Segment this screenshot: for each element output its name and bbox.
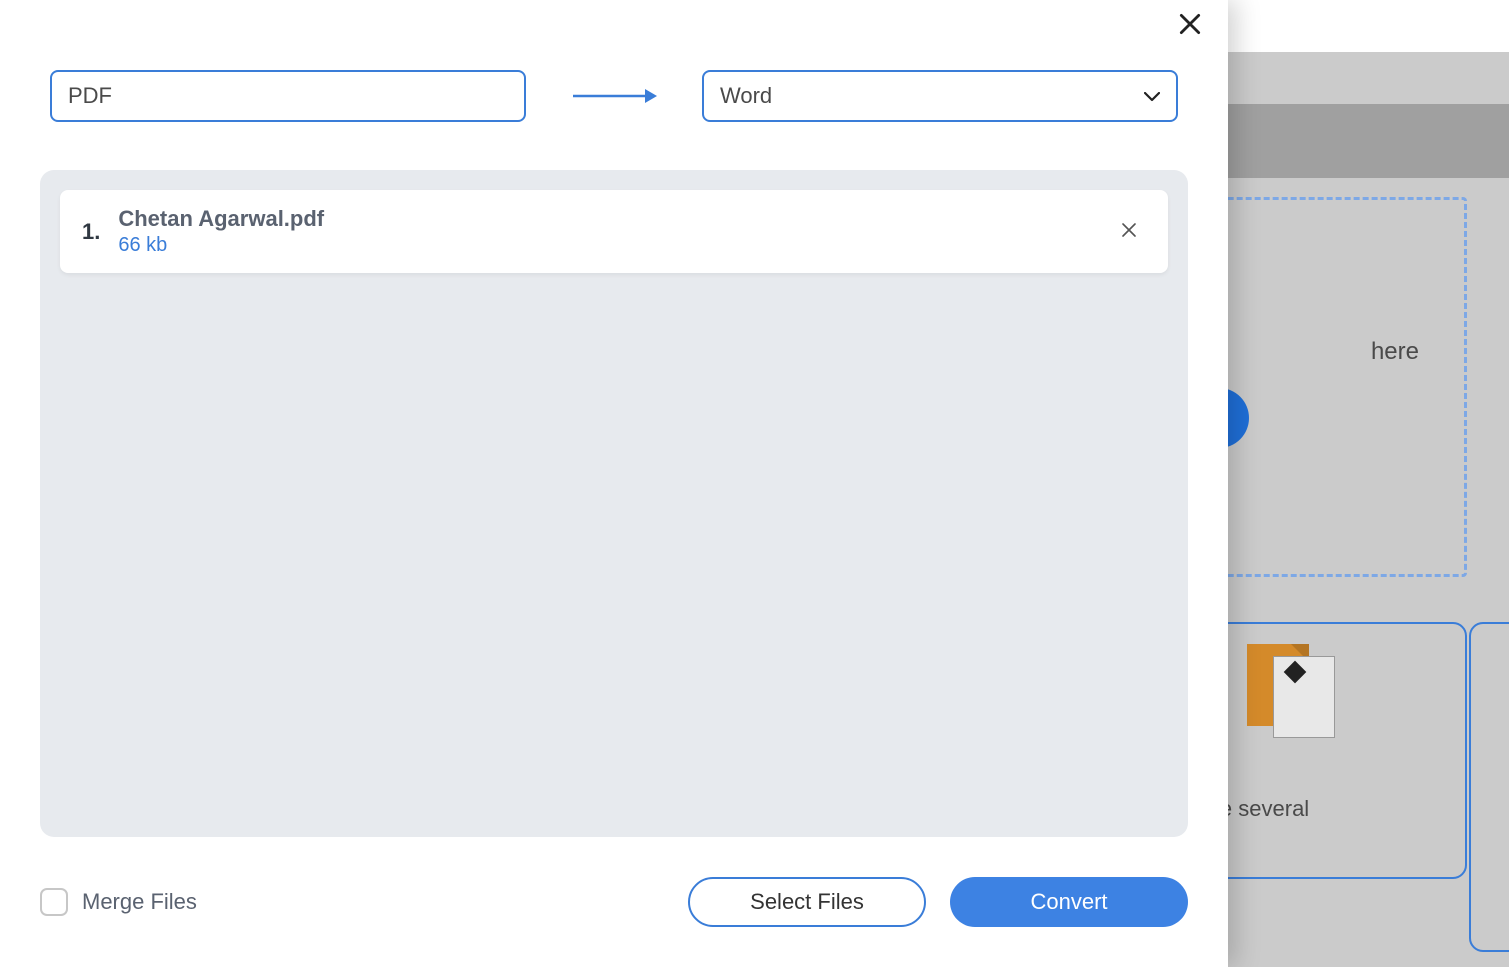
background-feature-card-2 — [1469, 622, 1509, 952]
merge-files-label: Merge Files — [82, 889, 197, 915]
convert-button[interactable]: Convert — [950, 877, 1188, 927]
format-row: Word — [50, 70, 1178, 122]
file-index: 1. — [82, 219, 100, 245]
file-list-panel: 1. Chetan Agarwal.pdf 66 kb — [40, 170, 1188, 837]
chevron-down-icon — [1144, 85, 1160, 108]
file-size: 66 kb — [118, 234, 1094, 257]
close-icon[interactable] — [1172, 10, 1208, 46]
remove-file-icon[interactable] — [1112, 214, 1146, 250]
background-dropzone-hint: here — [1371, 338, 1419, 366]
source-format-input[interactable] — [50, 70, 526, 122]
file-name: Chetan Agarwal.pdf — [118, 206, 1094, 232]
select-files-button[interactable]: Select Files — [688, 877, 926, 927]
merge-files-checkbox[interactable] — [40, 888, 68, 916]
dialog-footer: Merge Files Select Files Convert — [40, 877, 1188, 927]
target-format-value: Word — [720, 83, 772, 109]
arrow-icon — [526, 87, 702, 105]
file-row: 1. Chetan Agarwal.pdf 66 kb — [60, 190, 1168, 273]
target-format-select[interactable]: Word — [702, 70, 1178, 122]
merge-files-icon — [1247, 644, 1347, 744]
convert-dialog: Word 1. Chetan Agarwal.pdf 66 kb Merge F… — [0, 0, 1228, 967]
